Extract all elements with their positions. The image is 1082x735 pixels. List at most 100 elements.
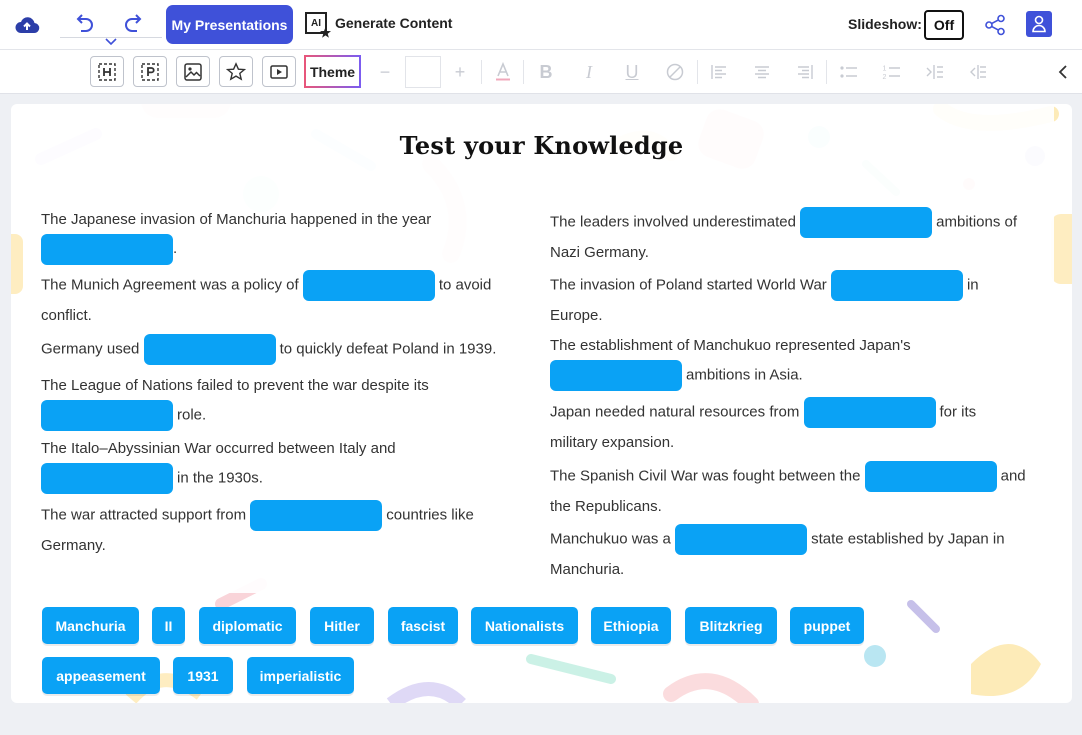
user-icon [1032, 15, 1046, 33]
star-icon [226, 61, 246, 81]
generate-content-button[interactable]: AI Generate Content [305, 12, 453, 38]
indent-icon[interactable] [920, 58, 950, 86]
word-chip[interactable]: puppet [790, 607, 864, 644]
redo-icon[interactable] [120, 12, 148, 36]
question-text: The League of Nations failed to prevent … [41, 377, 429, 394]
answer-blank[interactable] [302, 270, 435, 301]
question-text: Germany used [41, 340, 140, 358]
svg-text:1: 1 [883, 66, 887, 73]
video-icon [270, 64, 288, 79]
word-chip[interactable]: Blitzkrieg [685, 607, 777, 644]
insert-video-button[interactable] [262, 56, 296, 87]
align-center-icon[interactable] [747, 58, 777, 86]
undo-icon[interactable] [70, 12, 98, 36]
answer-blank[interactable] [250, 500, 383, 531]
numbered-list-icon[interactable]: 12 [877, 58, 907, 86]
top-bar: My Presentations AI Generate Content Sli… [0, 0, 1082, 50]
insert-sticker-button[interactable] [219, 56, 253, 87]
question-right-1: The leaders involved underestimated ambi… [550, 207, 1045, 267]
increase-font-size-icon[interactable]: + [445, 58, 475, 86]
question-text: role. [177, 406, 207, 424]
toolbar-separator [481, 60, 482, 84]
text-color-icon[interactable] [488, 58, 518, 86]
question-left-5: The Italo–Abyssinian War occurred betwee… [41, 434, 521, 494]
decrease-font-size-icon[interactable]: − [370, 58, 400, 86]
toolbar-separator [697, 60, 698, 84]
ai-icon: AI [305, 12, 331, 38]
heading-icon [98, 62, 116, 81]
answer-blank[interactable] [830, 270, 963, 301]
word-chip[interactable]: Nationalists [471, 607, 578, 644]
my-presentations-button[interactable]: My Presentations [166, 5, 293, 44]
answer-blank[interactable] [864, 461, 997, 492]
answer-blank[interactable] [675, 524, 808, 555]
question-text: to quickly defeat Poland in 1939. [279, 340, 497, 358]
chevron-down-icon[interactable] [104, 37, 118, 47]
question-left-1: The Japanese invasion of Manchuria happe… [41, 205, 511, 265]
question-text: The war attracted support from [41, 506, 247, 524]
slide-title[interactable]: Test your Knowledge [11, 131, 1072, 160]
formatting-toolbar: Theme − + B I U 12 [0, 50, 1082, 94]
insert-image-button[interactable] [176, 56, 210, 87]
question-text: Japan needed natural resources from [550, 403, 800, 421]
underline-icon[interactable]: U [617, 58, 647, 86]
answer-blank[interactable] [143, 334, 276, 365]
toolbar-separator [523, 60, 524, 84]
word-chip[interactable]: II [152, 607, 185, 644]
image-icon [184, 62, 202, 81]
question-text: . [173, 240, 178, 258]
answer-blank[interactable] [803, 397, 936, 428]
question-right-2: The invasion of Poland started World War… [550, 270, 1025, 330]
user-account-button[interactable] [1026, 11, 1052, 37]
svg-text:2: 2 [883, 74, 887, 81]
question-text: The Munich Agreement was a policy of [41, 276, 299, 294]
question-text: The Spanish Civil War was fought between… [550, 467, 861, 485]
paragraph-icon [141, 62, 159, 81]
bullet-list-icon[interactable] [834, 58, 864, 86]
clear-format-icon[interactable] [660, 58, 690, 86]
italic-icon[interactable]: I [574, 58, 604, 86]
question-text: The Japanese invasion of Manchuria happe… [41, 211, 432, 228]
answer-blank[interactable] [41, 463, 173, 494]
slide-canvas[interactable]: Test your Knowledge The Japanese invasio… [11, 104, 1072, 703]
question-text: The Italo–Abyssinian War occurred betwee… [41, 440, 396, 457]
question-text: Manchukuo was a [550, 530, 671, 548]
question-left-3: Germany used to quickly defeat Poland in… [41, 334, 531, 365]
cloud-upload-icon[interactable] [14, 13, 40, 37]
word-chip[interactable]: 1931 [173, 657, 233, 694]
insert-heading-button[interactable] [90, 56, 124, 87]
question-right-5: The Spanish Civil War was fought between… [550, 461, 1045, 521]
word-chip[interactable]: fascist [388, 607, 458, 644]
share-icon[interactable] [983, 13, 1007, 37]
question-text: ambitions in Asia. [686, 366, 803, 384]
slideshow-toggle[interactable]: Off [924, 10, 964, 40]
answer-blank[interactable] [41, 234, 173, 265]
question-text: in the 1930s. [177, 469, 263, 487]
insert-paragraph-button[interactable] [133, 56, 167, 87]
word-chip[interactable]: appeasement [42, 657, 160, 694]
outdent-icon[interactable] [963, 58, 993, 86]
bold-icon[interactable]: B [531, 58, 561, 86]
answer-blank[interactable] [550, 360, 682, 391]
question-text: The invasion of Poland started World War [550, 276, 827, 294]
collapse-toolbar-icon[interactable] [1048, 58, 1078, 86]
word-chip[interactable]: diplomatic [199, 607, 296, 644]
word-chip[interactable]: Hitler [310, 607, 374, 644]
answer-blank[interactable] [800, 207, 933, 238]
align-right-icon[interactable] [790, 58, 820, 86]
question-left-4: The League of Nations failed to prevent … [41, 371, 521, 431]
generate-content-label: Generate Content [335, 15, 453, 31]
word-chip[interactable]: Manchuria [42, 607, 139, 644]
toolbar-separator [826, 60, 827, 84]
word-chip[interactable]: imperialistic [247, 657, 354, 694]
question-left-2: The Munich Agreement was a policy of to … [41, 270, 521, 330]
font-size-input[interactable] [405, 56, 441, 88]
question-text: The leaders involved underestimated [550, 213, 796, 231]
question-left-6: The war attracted support from countries… [41, 500, 521, 560]
theme-button[interactable]: Theme [304, 55, 361, 88]
align-left-icon[interactable] [704, 58, 734, 86]
question-text: The establishment of Manchukuo represent… [550, 337, 911, 354]
word-chip[interactable]: Ethiopia [591, 607, 671, 644]
answer-blank[interactable] [41, 400, 173, 431]
slideshow-label: Slideshow: [848, 16, 922, 32]
